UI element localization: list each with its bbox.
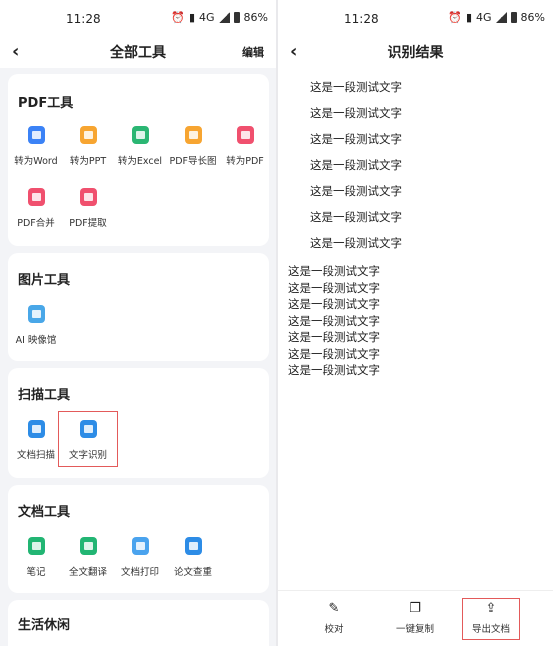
ocr-line: 这是一段测试文字 [310,158,402,172]
ocr-line: 这是一段测试文字 [310,210,402,224]
ocr-image-text: 这是一段测试文字 这是一段测试文字 这是一段测试文字 这是一段测试文字 这是一段… [310,74,402,256]
document-tools-card: 文档工具 笔记 全文翻译 文档打印 论文查重 [8,485,269,593]
status-time: 11:28 [344,12,379,26]
ocr-line: 这是一段测试文字 [310,236,402,250]
tool-pdf-extract[interactable]: PDF提取 [60,188,116,229]
tool-pdf-long-image[interactable]: PDF导长图 [165,126,221,167]
top-nav: ‹ 全部工具 编辑 [0,38,276,68]
highlight-box [58,411,118,467]
signal-icon [495,12,507,23]
tool-ai-image[interactable]: AI 映像馆 [8,305,64,346]
text-line: 这是一段测试文字 [288,330,380,344]
edit-button[interactable]: 编辑 [242,44,264,60]
print-icon [131,537,149,555]
tool-print[interactable]: 文档打印 [112,537,168,578]
battery-level: 86% [243,11,268,24]
scan-tools-card: 扫描工具 文档扫描 文字识别 [8,368,269,478]
proofread-button[interactable]: ✎ 校对 [304,601,364,635]
text-line: 这是一段测试文字 [288,297,380,311]
text-line: 这是一段测试文字 [288,264,380,278]
tool-to-pdf[interactable]: 转为PDF [217,126,273,167]
battery-level: 86% [520,11,545,24]
section-title: 图片工具 [18,273,71,288]
signal-label: 4G [199,11,215,24]
ai-image-icon [27,305,45,323]
section-title: PDF工具 [18,96,74,111]
check-icon [184,537,202,555]
tool-to-excel[interactable]: 转为Excel [112,126,168,167]
page-title: 全部工具 [110,45,166,61]
signal-icon [218,12,230,23]
signal-label: 4G [476,11,492,24]
all-tools-screen: 11:28 ⏰ ▮ 4G 86% ‹ 全部工具 编辑 PDF工具 转为Word … [0,0,276,646]
vibrate-icon: ▮ [465,11,473,24]
copy-icon: ❐ [409,601,421,616]
tool-translate[interactable]: 全文翻译 [60,537,116,578]
ocr-line: 这是一段测试文字 [310,184,402,198]
copy-all-button[interactable]: ❐ 一键复制 [385,601,445,635]
tool-doc-scan[interactable]: 文档扫描 [8,420,64,461]
word-icon [27,126,45,144]
image-tools-card: 图片工具 AI 映像馆 [8,253,269,361]
section-title: 文档工具 [18,505,71,520]
tool-to-word[interactable]: 转为Word [8,126,64,167]
pdf-tools-card: PDF工具 转为Word 转为PPT 转为Excel PDF导长图 转为PDF … [8,74,269,246]
proofread-icon: ✎ [328,601,340,616]
tool-plagiarism-check[interactable]: 论文查重 [165,537,221,578]
image-icon [184,126,202,144]
status-time: 11:28 [66,12,101,26]
tool-pdf-merge[interactable]: PDF合并 [8,188,64,229]
text-line: 这是一段测试文字 [288,313,380,328]
pdf-merge-icon [27,188,45,206]
excel-icon [131,126,149,144]
battery-icon [233,12,240,23]
scan-icon [27,420,45,438]
page-title: 识别结果 [387,45,444,61]
section-title: 扫描工具 [18,388,71,403]
pdf-extract-icon [79,188,97,206]
section-title: 生活休闲 [18,618,71,633]
ocr-line: 这是一段测试文字 [310,106,402,120]
battery-icon [510,12,517,23]
tool-to-ppt[interactable]: 转为PPT [60,126,116,167]
tool-notes[interactable]: 笔记 [8,537,64,578]
alarm-icon: ⏰ [448,11,462,24]
pdf-icon [236,126,254,144]
alarm-icon: ⏰ [171,11,185,24]
status-bar: 11:28 ⏰ ▮ 4G 86% [0,0,276,38]
top-nav: ‹ 识别结果 [278,38,553,68]
text-line: 这是一段测试文字 [288,280,380,295]
notes-icon [27,537,45,555]
status-bar: 11:28 ⏰ ▮ 4G 86% [278,0,553,38]
ocr-line: 这是一段测试文字 [310,132,402,146]
ocr-result-screen: 11:28 ⏰ ▮ 4G 86% ‹ 识别结果 这是一段测试文字 这是一段测试文… [278,0,553,646]
text-line: 这是一段测试文字 [288,363,380,377]
ocr-line: 这是一段测试文字 [310,80,402,94]
translate-icon [79,537,97,555]
leisure-tools-card: 生活休闲 [8,600,269,646]
vibrate-icon: ▮ [188,11,196,24]
highlight-box [462,598,520,640]
text-line: 这是一段测试文字 [288,346,380,361]
ppt-icon [79,126,97,144]
recognized-text[interactable]: 这是一段测试文字 这是一段测试文字 这是一段测试文字 这是一段测试文字 这是一段… [288,263,380,379]
